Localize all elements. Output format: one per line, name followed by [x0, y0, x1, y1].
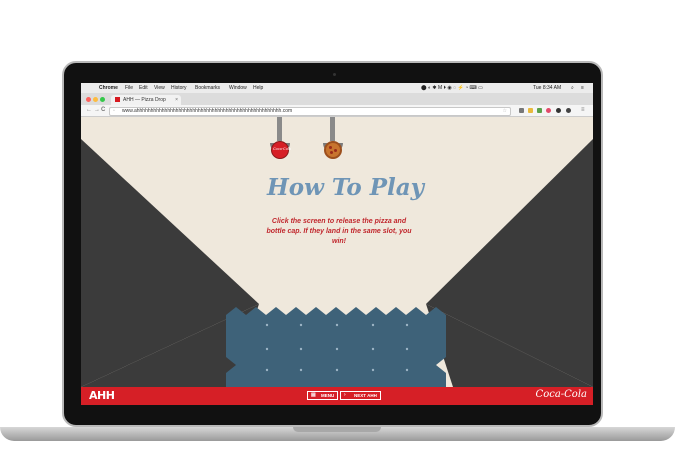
extension-icon[interactable]: [528, 108, 533, 113]
menu-file[interactable]: File: [125, 83, 133, 93]
menubar-clock[interactable]: Tue 8:34 AM: [533, 83, 561, 93]
forward-button[interactable]: →: [94, 105, 100, 116]
menubar-app-name[interactable]: Chrome: [99, 83, 118, 93]
menu-help[interactable]: Help: [253, 83, 263, 93]
reload-button[interactable]: C: [101, 105, 105, 116]
menu-view[interactable]: View: [154, 83, 165, 93]
menu-bookmarks[interactable]: Bookmarks: [195, 83, 220, 93]
bookmark-star-icon[interactable]: ☆: [503, 108, 507, 115]
instructions-text: Click the screen to release the pizza an…: [266, 218, 412, 245]
game-page[interactable]: Coca-Cola How To Play Click the screen t…: [81, 117, 593, 387]
menu-edit[interactable]: Edit: [139, 83, 148, 93]
how-to-play-title: How To Play: [267, 174, 425, 201]
spotlight-icon[interactable]: ⌕: [571, 83, 574, 93]
pizza-claw-arm: [330, 117, 335, 141]
list-icon[interactable]: ≡: [581, 83, 584, 93]
favicon-icon: [115, 97, 120, 102]
cap-brand-text: Coca-Cola: [273, 147, 292, 151]
extension-icon[interactable]: [546, 108, 551, 113]
cap-claw-arm: [277, 117, 282, 141]
webcam: [333, 73, 336, 76]
slot-area: [226, 307, 446, 387]
ahh-logo[interactable]: AHH: [89, 389, 115, 402]
menu-history[interactable]: History: [171, 83, 187, 93]
menu-button[interactable]: ▤ MENU: [307, 391, 339, 400]
bottle-cap-icon: Coca-Cola: [271, 141, 292, 159]
tab-close-icon[interactable]: ×: [175, 95, 178, 105]
address-bar[interactable]: ▫ www.ahhhhhhhhhhhhhhhhhhhhhhhhhhhhhhhhh…: [109, 107, 511, 116]
browser-toolbar: ← → C ▫ www.ahhhhhhhhhhhhhhhhhhhhhhhhhhh…: [81, 105, 593, 117]
pizza-icon: [324, 141, 342, 159]
page-icon: ▫: [113, 108, 115, 114]
minimize-window-icon[interactable]: [93, 97, 98, 102]
laptop-screen: Chrome File Edit View History Bookmarks …: [81, 83, 593, 405]
chrome-menu-icon[interactable]: ≡: [581, 105, 585, 116]
site-footer: AHH ▤ MENU › NEXT AHH Coca-Cola: [81, 387, 593, 405]
menu-icon: ▤: [311, 392, 316, 398]
close-window-icon[interactable]: [86, 97, 91, 102]
extension-icon[interactable]: [566, 108, 571, 113]
status-icons: ⬤ ◐ ✱ M ⏵ ◉ ◌ ⚡ ◔ ⌨ ▭: [421, 85, 483, 91]
coca-cola-logo[interactable]: Coca-Cola: [536, 389, 587, 400]
menu-window[interactable]: Window: [229, 83, 247, 93]
browser-tab[interactable]: AHH — Pizza Drop ×: [111, 95, 181, 105]
next-ahh-button[interactable]: › NEXT AHH: [340, 391, 381, 400]
extension-icon[interactable]: [537, 108, 542, 113]
zoom-window-icon[interactable]: [100, 97, 105, 102]
extension-icon[interactable]: [519, 108, 524, 113]
menu-button-label: MENU: [321, 393, 335, 398]
tab-title: AHH — Pizza Drop: [123, 97, 166, 103]
browser-tabstrip: AHH — Pizza Drop ×: [81, 93, 593, 105]
laptop-notch: [293, 427, 381, 432]
chevron-right-icon: ›: [344, 392, 346, 398]
back-button[interactable]: ←: [86, 105, 92, 116]
next-button-label: NEXT AHH: [354, 393, 377, 398]
extension-icon[interactable]: [556, 108, 561, 113]
mac-menubar: Chrome File Edit View History Bookmarks …: [81, 83, 593, 93]
url-text: www.ahhhhhhhhhhhhhhhhhhhhhhhhhhhhhhhhhhh…: [122, 108, 293, 114]
